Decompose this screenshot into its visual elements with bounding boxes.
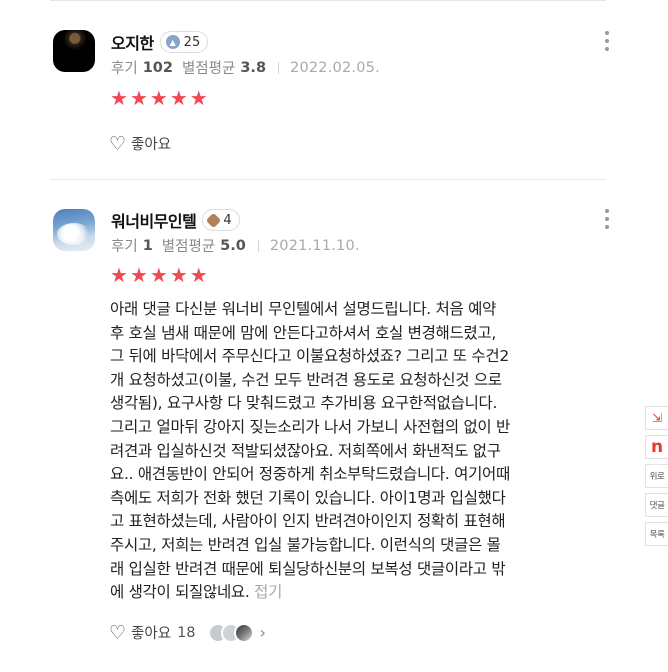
level-badge: 4 [202,209,240,231]
reviewer-name[interactable]: 오지한 [111,30,154,54]
star-rating: ★ ★ ★ ★ ★ [110,88,208,108]
chevron-right-icon[interactable]: › [260,623,266,642]
review-date: 2021.11.10. [269,237,360,254]
star-icon: ★ [189,263,208,287]
like-button[interactable]: ♡ 좋아요 18 › [109,622,266,643]
reviewer-header: 워너비무인텔 4 [111,208,240,232]
heart-icon: ♡ [109,132,127,155]
reviewer-meta: 후기 102 별점평균 3.8 2022.02.05. [111,57,380,78]
liker-avatar [233,622,254,643]
review-body: 아래 댓글 다신분 워너비 무인텔에서 설명드립니다. 처음 예약 후 호실 냄… [110,298,610,605]
side-toolbar: ⇲ n 위로 댓글 목록 [645,406,668,546]
star-rating: ★ ★ ★ ★ ★ [110,265,208,285]
avg-label: 별점평균 [161,239,216,255]
star-icon: ★ [169,86,188,110]
level-icon [206,212,222,228]
comments-button[interactable]: 댓글 [645,493,668,517]
avatar[interactable] [53,209,95,251]
star-icon: ★ [149,86,168,110]
star-icon: ★ [110,86,128,110]
collapse-link[interactable]: 접기 [254,583,282,601]
avg-value: 5.0 [220,237,246,254]
meta-separator [278,61,280,74]
reviews-label: 후기 [111,61,138,77]
review-text: 아래 댓글 다신분 워너비 무인텔에서 설명드립니다. 처음 예약 후 호실 냄… [110,300,510,602]
level-count: 25 [183,34,201,50]
reviews-count: 1 [142,237,153,254]
reviewer-header: 오지한 ▲ 25 [111,30,209,54]
scrap-button[interactable]: ⇲ [645,406,668,430]
like-count: 18 [177,624,196,641]
reviews-count: 102 [142,59,173,76]
star-icon: ★ [110,263,128,287]
more-options-icon[interactable] [604,209,610,229]
star-icon: ★ [129,263,148,287]
star-icon: ★ [129,86,148,110]
level-count: 4 [223,212,232,228]
naver-button[interactable]: n [645,435,668,459]
list-button[interactable]: 목록 [645,522,668,546]
more-options-icon[interactable] [604,31,610,51]
avg-value: 3.8 [240,59,267,76]
like-label: 좋아요 [131,137,172,153]
likers-avatars[interactable] [207,622,254,643]
review-date: 2022.02.05. [290,59,380,76]
heart-icon: ♡ [109,621,127,644]
like-button[interactable]: ♡ 좋아요 [109,133,171,154]
top-divider [50,0,606,1]
level-icon: ▲ [165,35,180,49]
star-icon: ★ [149,263,168,287]
star-icon: ★ [169,263,188,287]
reviews-label: 후기 [111,239,138,255]
avatar[interactable] [53,30,95,72]
star-icon: ★ [189,86,208,110]
scroll-top-button[interactable]: 위로 [645,464,668,488]
reviewer-meta: 후기 1 별점평균 5.0 2021.11.10. [111,235,360,256]
avg-label: 별점평균 [181,61,236,77]
like-label: 좋아요 [131,626,172,642]
meta-separator [257,239,259,252]
reviewer-name[interactable]: 워너비무인텔 [111,208,197,232]
review-divider [50,179,606,180]
level-badge: ▲ 25 [159,31,209,53]
